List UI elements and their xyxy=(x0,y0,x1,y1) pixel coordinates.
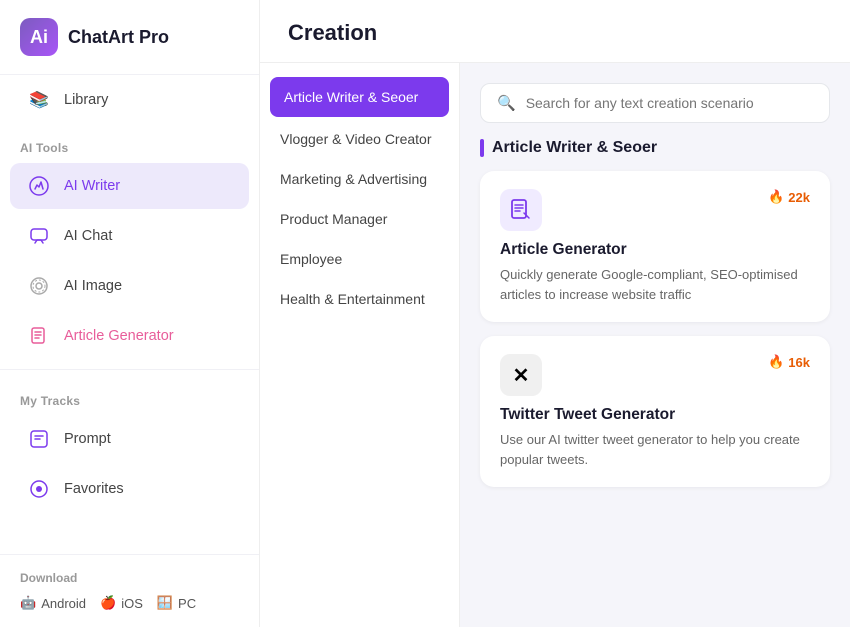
ai-image-label: AI Image xyxy=(64,278,122,294)
prompt-label: Prompt xyxy=(64,431,111,447)
pc-icon: 🪟 xyxy=(157,595,173,611)
search-bar: 🔍 xyxy=(480,83,830,123)
category-health[interactable]: Health & Entertainment xyxy=(260,279,459,319)
card-twitter-tweet[interactable]: ✕ 🔥 16k Twitter Tweet Generator Use our … xyxy=(480,336,830,487)
search-icon: 🔍 xyxy=(497,94,516,112)
search-input[interactable] xyxy=(526,95,813,111)
article-generator-title: Article Generator xyxy=(500,241,810,259)
main-content: Creation Article Writer & Seoer Vlogger … xyxy=(260,0,850,627)
article-gen-icon xyxy=(26,323,52,349)
favorites-icon xyxy=(26,476,52,502)
card-article-generator[interactable]: 🔥 22k Article Generator Quickly generate… xyxy=(480,171,830,322)
android-icon: 🤖 xyxy=(20,595,36,611)
section-title: Article Writer & Seoer xyxy=(480,139,830,157)
x-logo-icon: ✕ xyxy=(513,363,530,388)
main-header: Creation xyxy=(260,0,850,63)
twitter-tweet-badge: 🔥 16k xyxy=(768,354,810,370)
logo-icon: Ai xyxy=(20,18,58,56)
download-links: 🤖 Android 🍎 iOS 🪟 PC xyxy=(20,595,239,611)
category-vlogger[interactable]: Vlogger & Video Creator xyxy=(260,119,459,159)
sidebar: Ai ChatArt Pro 📚 Library AI Tools AI Wri… xyxy=(0,0,260,627)
content-area: Article Writer & Seoer Vlogger & Video C… xyxy=(260,63,850,627)
ai-writer-label: AI Writer xyxy=(64,178,120,194)
android-label: Android xyxy=(41,596,86,611)
download-ios[interactable]: 🍎 iOS xyxy=(100,595,143,611)
library-icon: 📚 xyxy=(26,87,52,113)
cards-area: 🔍 Article Writer & Seoer xyxy=(460,63,850,627)
prompt-icon xyxy=(26,426,52,452)
library-label: Library xyxy=(64,92,108,108)
category-list: Article Writer & Seoer Vlogger & Video C… xyxy=(260,63,460,627)
download-android[interactable]: 🤖 Android xyxy=(20,595,86,611)
pc-label: PC xyxy=(178,596,196,611)
ai-chat-icon xyxy=(26,223,52,249)
article-generator-card-icon xyxy=(500,189,542,231)
sidebar-item-library[interactable]: 📚 Library xyxy=(10,77,249,123)
category-article-writer[interactable]: Article Writer & Seoer xyxy=(270,77,449,117)
card-twitter-tweet-header: ✕ 🔥 16k xyxy=(500,354,810,396)
ios-icon: 🍎 xyxy=(100,595,116,611)
sidebar-item-ai-writer[interactable]: AI Writer xyxy=(10,163,249,209)
category-product-manager[interactable]: Product Manager xyxy=(260,199,459,239)
ai-tools-section-label: AI Tools xyxy=(0,125,259,161)
ai-image-icon xyxy=(26,273,52,299)
category-marketing[interactable]: Marketing & Advertising xyxy=(260,159,459,199)
ai-chat-label: AI Chat xyxy=(64,228,112,244)
twitter-card-icon: ✕ xyxy=(500,354,542,396)
sidebar-bottom: Download 🤖 Android 🍎 iOS 🪟 PC xyxy=(0,554,259,627)
sidebar-item-article-generator[interactable]: Article Generator xyxy=(10,313,249,359)
fire-icon-1: 🔥 xyxy=(768,189,784,205)
sidebar-divider xyxy=(0,369,259,370)
sidebar-item-favorites[interactable]: Favorites xyxy=(10,466,249,512)
download-label: Download xyxy=(20,571,239,585)
ios-label: iOS xyxy=(121,596,143,611)
sidebar-item-ai-chat[interactable]: AI Chat xyxy=(10,213,249,259)
app-name: ChatArt Pro xyxy=(68,27,169,48)
article-generator-desc: Quickly generate Google-compliant, SEO-o… xyxy=(500,265,810,304)
twitter-tweet-desc: Use our AI twitter tweet generator to he… xyxy=(500,430,810,469)
sidebar-logo: Ai ChatArt Pro xyxy=(0,0,259,75)
fire-icon-2: 🔥 xyxy=(768,354,784,370)
ai-writer-icon xyxy=(26,173,52,199)
sidebar-item-ai-image[interactable]: AI Image xyxy=(10,263,249,309)
twitter-tweet-title: Twitter Tweet Generator xyxy=(500,406,810,424)
article-generator-badge: 🔥 22k xyxy=(768,189,810,205)
my-tracks-section-label: My Tracks xyxy=(0,378,259,414)
card-article-generator-header: 🔥 22k xyxy=(500,189,810,231)
article-gen-label: Article Generator xyxy=(64,328,174,344)
category-employee[interactable]: Employee xyxy=(260,239,459,279)
favorites-label: Favorites xyxy=(64,481,124,497)
download-pc[interactable]: 🪟 PC xyxy=(157,595,196,611)
page-title: Creation xyxy=(288,20,822,46)
sidebar-item-prompt[interactable]: Prompt xyxy=(10,416,249,462)
cards-grid: 🔥 22k Article Generator Quickly generate… xyxy=(480,171,830,487)
